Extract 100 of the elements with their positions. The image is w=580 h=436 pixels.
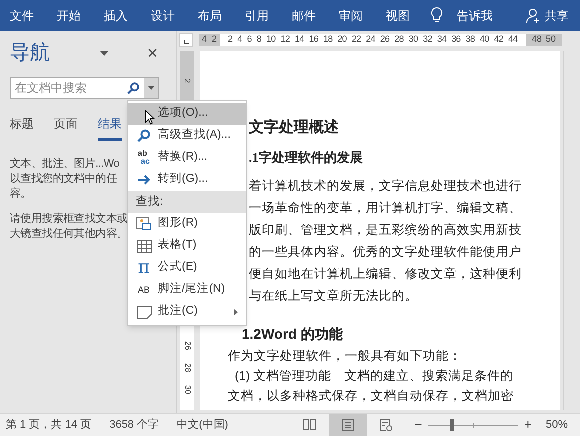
menu-item-label: 高级查找(A)... (158, 127, 231, 144)
ruler-number: 26 (182, 342, 193, 350)
print-view-button[interactable] (328, 414, 367, 436)
ribbon-tab[interactable]: 视图 (383, 6, 413, 24)
ruler-number: 40 (480, 32, 490, 46)
search-options-dropdown[interactable] (144, 78, 158, 98)
ruler-number: 28 (394, 32, 404, 46)
ruler-number: 38 (466, 32, 476, 46)
help-text: 以查找您的文档中的任 (10, 172, 118, 187)
search-field[interactable]: 在文档中搜索 (11, 79, 127, 97)
zoom-slider-thumb[interactable] (450, 419, 454, 431)
paragraph-line: 作为文字处理软件，一般具有如下功能： (228, 348, 462, 365)
nav-tab[interactable]: 结果 (98, 115, 122, 141)
ruler-number: 18 (323, 32, 333, 46)
ribbon-tab[interactable]: 引用 (242, 6, 272, 24)
lightbulb-icon (431, 7, 443, 24)
zoom-out-button[interactable]: − (414, 415, 422, 435)
menu-item[interactable]: 高级查找(A)... (128, 125, 246, 147)
ruler-number: 42 (494, 32, 504, 46)
close-button[interactable]: × (147, 44, 158, 62)
ruler-number: 50 (546, 32, 556, 46)
ribbon-tab[interactable]: 开始 (54, 6, 84, 24)
ruler-number: 30 (408, 32, 418, 46)
ribbon-tab[interactable]: 设计 (148, 6, 178, 24)
ruler-number: 14 (295, 32, 304, 46)
menu-item[interactable]: 转到(G)... (128, 169, 246, 191)
ruler-number: 8 (256, 32, 262, 46)
comment-icon (136, 306, 152, 318)
menu-item-label: 脚注/尾注(N) (158, 281, 226, 298)
search-icon (137, 129, 151, 143)
menu-section-header: 查找: (128, 191, 246, 213)
ruler-number: 28 (182, 364, 193, 372)
language-label[interactable]: 中文(中国) (177, 416, 228, 434)
search-icon[interactable] (127, 82, 140, 94)
person-add-icon (526, 8, 542, 24)
menu-item[interactable]: 表格(T) (128, 235, 246, 257)
tab-stop-selector[interactable] (179, 32, 193, 46)
ruler-number: 6 (247, 32, 252, 46)
ruler-number: 44 (508, 32, 518, 46)
help-text: 请使用搜索框查找文本或 (10, 212, 128, 227)
menu-item[interactable]: ab ac 替换(R)... (128, 147, 246, 169)
caret-down-icon[interactable] (100, 50, 110, 56)
book-icon (302, 418, 317, 432)
zoom-slider-track[interactable] (428, 419, 518, 431)
paragraph-line: 一场革命性的变革，用计算机打字、编辑文稿、 (249, 200, 522, 217)
ruler-number: 36 (452, 32, 461, 46)
share-button[interactable]: 共享 (526, 6, 569, 24)
ruler-number: 10 (266, 32, 276, 46)
menu-item[interactable]: 选项(O)... (128, 103, 246, 125)
page-count[interactable]: 第 1 页，共 14 页 (6, 416, 92, 434)
ruler-number: 16 (309, 32, 318, 46)
paragraph-line: 版印刷、管理文档，是五彩缤纷的高效实用新技 (249, 222, 522, 239)
menu-item[interactable]: 图形(R) (128, 213, 246, 235)
nav-tab[interactable]: 标题 (10, 115, 34, 141)
ruler-number: 2 (212, 32, 218, 46)
ruler-number: 2 (228, 32, 233, 46)
ruler-number: 34 (437, 32, 447, 46)
tell-me-button[interactable]: 告诉我 (457, 6, 493, 24)
ruler-number: 26 (380, 32, 390, 46)
ruler-number: 30 (182, 386, 193, 394)
document-heading: 文字处理概述 (249, 117, 339, 137)
document-heading: 1.2Word 的功能 (242, 325, 343, 343)
menu-item-label: 公式(E) (158, 260, 198, 276)
menu-item-label: 选项(O)... (158, 106, 208, 122)
web-page-icon (378, 418, 393, 432)
ribbon-tab[interactable]: 插入 (101, 6, 131, 24)
replace-icon: ab ac (138, 150, 150, 166)
word-count[interactable]: 3658 个字 (110, 416, 160, 434)
zoom-in-button[interactable]: + (524, 415, 532, 435)
paragraph-line: 与在纸上写文章所无法比的。 (249, 288, 418, 305)
search-box[interactable]: 在文档中搜索 (10, 77, 159, 99)
ruler-number: 22 (352, 32, 362, 46)
paragraph-line: 着计算机技术的发展，文字信息处理技术也进行 (249, 178, 522, 195)
ribbon-tab[interactable]: 布局 (195, 6, 225, 24)
menu-item-label: 转到(G)... (158, 172, 208, 188)
menu-item[interactable]: π 公式(E) (128, 257, 246, 279)
ruler-number: 4 (202, 32, 208, 46)
help-text: 文本、批注、图片...Wo (10, 157, 120, 172)
zoom-percentage[interactable]: 50% (546, 416, 568, 434)
help-text: 容。 (10, 187, 32, 202)
mouse-cursor-icon (145, 110, 155, 125)
menu-item-label: 替换(R)... (158, 150, 208, 166)
paragraph-line: 文档，以多种格式保存，文档自动保存，文档加密 (228, 388, 514, 405)
document-subheading: .1字处理软件的发展 (249, 149, 363, 167)
ribbon-tab[interactable]: 文件 (7, 6, 37, 24)
ruler-number: 24 (366, 32, 376, 46)
menu-item[interactable]: AB 脚注/尾注(N) (128, 279, 246, 301)
help-text: 大镜查找任何其他内容。 (10, 227, 128, 242)
paragraph-line: 便自如地在计算机上编辑、修改文章，这种便利 (249, 266, 522, 283)
nav-tab[interactable]: 页面 (54, 115, 78, 141)
ribbon-tab[interactable]: 审阅 (336, 6, 366, 24)
menu-item-label: 批注(C) (158, 303, 198, 320)
image-icon (136, 216, 152, 232)
submenu-arrow-icon (234, 308, 238, 316)
ruler-number: 4 (238, 32, 242, 46)
ruler-number: 32 (423, 32, 432, 46)
menu-item[interactable]: 批注(C) (128, 301, 246, 323)
caret-down-icon (148, 86, 154, 90)
ribbon-tab[interactable]: 邮件 (289, 6, 319, 24)
ruler-number: 2 (182, 78, 193, 84)
